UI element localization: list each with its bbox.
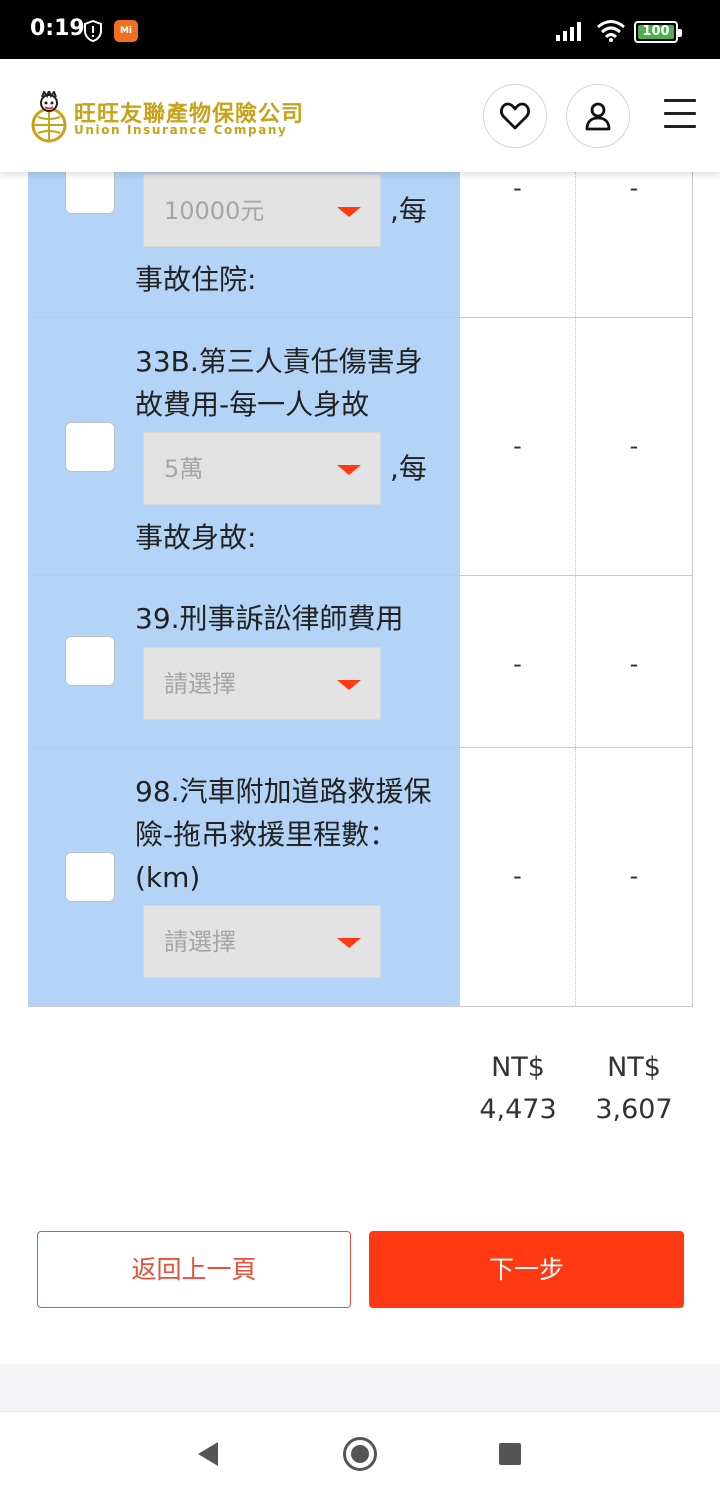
dropdown-arrow-icon [337,938,361,948]
amount-select[interactable]: 請選擇 [143,647,381,720]
hamburger-menu-icon[interactable] [664,99,696,131]
coverage-checkbox[interactable] [65,852,115,902]
total-amount: 4,473 [479,1094,557,1125]
plan-a-cell: - [460,576,576,747]
plan-b-total: NT$ 3,607 [576,1047,692,1131]
amount-select[interactable]: 請選擇 [143,905,381,978]
coverage-table: 10000元 ,每 事故住院: - - 33B.第三人責任傷害身 故費用-每一人… [28,172,693,1007]
plan-a-cell: - [460,748,576,1006]
dropdown-arrow-icon [337,207,361,217]
signal-icon [556,22,581,41]
coverage-option-cell: 98.汽車附加道路救援保 險-拖吊救援里程數： (km) 請選擇 [28,748,460,1006]
plan-b-cell: - [576,318,693,575]
recents-nav-icon[interactable] [499,1443,521,1465]
battery-icon: 100 [634,21,682,43]
coverage-option-cell: 33B.第三人責任傷害身 故費用-每一人身故 5萬 ,每 事故身故: [28,318,460,575]
plan-b-cell: - [576,748,693,1006]
coverage-label-suffix: ,每 [390,452,427,485]
coverage-label: 事故住院: [135,263,257,296]
table-row: 10000元 ,每 事故住院: - - [28,172,693,318]
battery-level: 100 [638,25,674,39]
shield-icon [84,20,102,42]
site-header: 旺旺友聯產物保險公司 Union Insurance Company [0,59,720,172]
user-icon [585,102,611,131]
coverage-label: 事故身故: [135,521,257,554]
coverage-option-cell: 39.刑事訴訟律師費用 請選擇 [28,576,460,747]
total-amount: 3,607 [595,1094,673,1125]
coverage-checkbox[interactable] [65,172,115,214]
coverage-checkbox[interactable] [65,636,115,686]
status-time: 0:19 [30,16,85,41]
coverage-label: 39.刑事訴訟律師費用 [135,602,404,635]
coverage-label: 故費用-每一人身故 [135,388,370,421]
amount-select[interactable]: 5萬 [143,432,381,505]
plan-b-cell: - [576,576,693,747]
coverage-option-cell: 10000元 ,每 事故住院: [28,172,460,317]
wifi-icon [597,20,625,42]
back-button[interactable]: 返回上一頁 [37,1231,351,1308]
page-footer [0,1364,720,1411]
table-row: 33B.第三人責任傷害身 故費用-每一人身故 5萬 ,每 事故身故: - - [28,318,693,576]
coverage-checkbox[interactable] [65,422,115,472]
coverage-label: 險-拖吊救援里程數： [135,818,398,851]
favorites-button[interactable] [483,84,547,148]
table-row: 98.汽車附加道路救援保 險-拖吊救援里程數： (km) 請選擇 - - [28,748,693,1007]
mi-app-icon: Mi [114,20,138,42]
plan-a-total: NT$ 4,473 [460,1047,576,1131]
coverage-label: (km) [135,861,201,894]
plan-a-cell: - [460,172,576,317]
system-nav-bar [0,1411,720,1497]
coverage-label: 98.汽車附加道路救援保 [135,775,432,808]
coverage-label-suffix: ,每 [390,194,427,227]
logo-english-name: Union Insurance Company [74,123,288,137]
plan-a-cell: - [460,318,576,575]
coverage-label: 33B.第三人責任傷害身 [135,345,423,378]
dropdown-arrow-icon [337,465,361,475]
plan-b-cell: - [576,172,693,317]
dropdown-arrow-icon [337,680,361,690]
total-currency: NT$ [607,1052,661,1083]
heart-icon [500,102,530,130]
table-row: 39.刑事訴訟律師費用 請選擇 - - [28,576,693,748]
amount-select[interactable]: 10000元 [143,174,381,247]
next-step-button[interactable]: 下一步 [369,1231,684,1308]
home-nav-icon[interactable] [343,1437,377,1471]
status-bar: 0:19 Mi 100 [0,0,720,59]
total-currency: NT$ [491,1052,545,1083]
logo-mascot-icon[interactable] [28,91,70,143]
account-button[interactable] [566,84,630,148]
back-nav-icon[interactable] [198,1442,218,1466]
